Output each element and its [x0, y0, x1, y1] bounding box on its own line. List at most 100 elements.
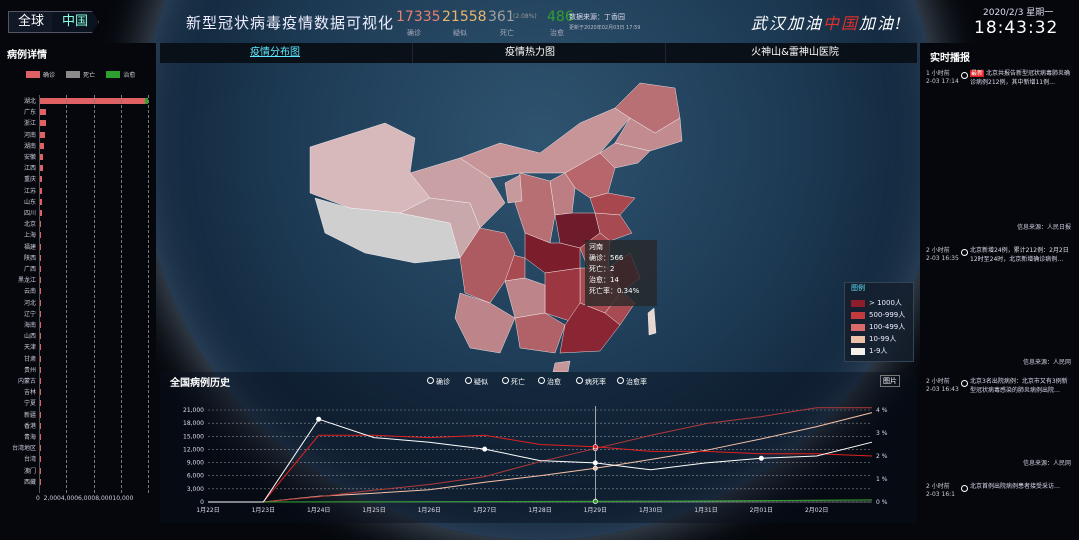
x-tick-label: 1月31日 — [694, 507, 717, 514]
province-bar-row[interactable]: 北京 — [0, 219, 156, 229]
province-bar-row[interactable]: 海南 — [0, 320, 156, 330]
map-legend-item[interactable]: > 1000人 — [851, 299, 902, 308]
tab-china[interactable]: 中国 — [52, 11, 99, 33]
x-tick-label: 1月22日 — [196, 507, 219, 514]
map-legend-item[interactable]: 100-499人 — [851, 323, 905, 332]
map-legend-item[interactable]: 10-99人 — [851, 335, 896, 344]
x-tick-label: 1月23日 — [252, 507, 275, 514]
province-bar-row[interactable]: 西藏 — [0, 477, 156, 487]
province-bar-row[interactable]: 吉林 — [0, 387, 156, 397]
province-label: 北京 — [23, 221, 36, 229]
legend-item[interactable]: 死亡 — [502, 377, 525, 387]
province-label: 浙江 — [23, 120, 36, 128]
province-bar-row[interactable]: 广东 — [0, 107, 156, 117]
province-confirmed-bar — [39, 120, 47, 127]
series-line — [208, 418, 873, 503]
province-bar-row[interactable]: 山东 — [0, 197, 156, 207]
province-label: 西藏 — [23, 478, 36, 486]
province-label: 香港 — [23, 422, 36, 430]
province-bar-row[interactable]: 天津 — [0, 342, 156, 352]
province-label: 江西 — [23, 165, 36, 173]
province-bar-row[interactable]: 重庆 — [0, 174, 156, 184]
province-label: 广东 — [23, 109, 36, 117]
province-bar-row[interactable]: 湖北 — [0, 96, 156, 106]
update-time: 更新于2020年02月03日 17:59 — [569, 25, 641, 31]
map-legend-item[interactable]: 500-999人 — [851, 311, 905, 320]
legend-item[interactable]: 治愈率 — [617, 377, 647, 387]
map-region-shaanxi — [514, 172, 556, 244]
province-bar-row[interactable]: 香港 — [0, 421, 156, 431]
province-bar-row[interactable]: 四川 — [0, 208, 156, 218]
legend-item[interactable]: 治愈 — [538, 377, 561, 387]
data-point — [592, 498, 598, 504]
china-map — [309, 82, 683, 372]
province-label: 广西 — [23, 266, 36, 273]
legend-item[interactable]: 确诊 — [427, 377, 450, 387]
province-label: 山西 — [23, 333, 36, 341]
map-legend-item[interactable]: 1-9人 — [851, 347, 887, 356]
tab-heat-map[interactable]: 疫情热力图 — [470, 43, 590, 63]
province-bar-row[interactable]: 青海 — [0, 432, 156, 442]
province-bar-row[interactable]: 台湾 — [0, 454, 156, 464]
province-bar-row[interactable]: 台湾地区 — [0, 443, 156, 453]
stat-confirmed-value: 17335 — [396, 9, 441, 25]
province-bar-row[interactable]: 甘肃 — [0, 354, 156, 364]
province-bar-row[interactable]: 新疆 — [0, 410, 156, 420]
y2-tick-label: 3 % — [876, 430, 888, 437]
stat-confirmed-label: 确诊 — [407, 29, 421, 37]
tab-global[interactable]: 全球 — [8, 11, 54, 33]
news-item[interactable]: 1 小时前 2-03 17:14 最新 北京共报告新型冠状病毒肺炎确诊病例212例… — [920, 70, 1079, 270]
province-label: 宁夏 — [23, 400, 36, 408]
slogan-left: 武汉加油 — [751, 14, 824, 33]
province-label: 吉林 — [23, 389, 36, 397]
legend-dot-icon — [617, 377, 624, 384]
share-image-button[interactable]: 图片 — [880, 375, 900, 387]
timeline-dot-icon — [961, 485, 968, 492]
province-label: 重庆 — [23, 176, 36, 184]
province-bar-row[interactable]: 江西 — [0, 163, 156, 173]
map-region-ningxia — [504, 174, 523, 204]
province-bar-row[interactable]: 山西 — [0, 331, 156, 341]
province-bar-row[interactable]: 贵州 — [0, 365, 156, 375]
map-region-shandong — [589, 192, 636, 216]
province-bar-row[interactable]: 辽宁 — [0, 309, 156, 319]
province-bar-row[interactable]: 广西 — [0, 264, 156, 274]
province-bar-row[interactable]: 湖南 — [0, 141, 156, 151]
province-label: 台湾地区 — [11, 445, 36, 453]
province-bar-row[interactable]: 宁夏 — [0, 398, 156, 408]
province-label: 上海 — [23, 232, 36, 240]
province-label: 天津 — [23, 344, 36, 352]
news-item[interactable]: 2 小时前 2-03 16:43 北京3名出院病例：北京市又有3例新型冠状病毒感染… — [920, 378, 1079, 468]
gridline — [121, 95, 122, 493]
province-bar-row[interactable]: 浙江 — [0, 118, 156, 128]
news-item[interactable]: 2 小时前 2-03 16:35 北京新增24例，累计212例：2月2日12时至2… — [920, 247, 1079, 366]
y-tick-label: 15,000 — [183, 433, 204, 440]
province-bar-row[interactable]: 黑龙江 — [0, 275, 156, 285]
province-bar-row[interactable]: 云南 — [0, 286, 156, 296]
province-bar-row[interactable]: 陕西 — [0, 253, 156, 263]
province-bar-row[interactable]: 江苏 — [0, 186, 156, 196]
news-item[interactable]: 2 小时前 2-03 16:1 北京首例出院病例患者接受采访… — [920, 483, 1079, 523]
y-tick-label: 12,000 — [183, 446, 204, 453]
tab-distribution-map[interactable]: 疫情分布图 — [220, 43, 330, 63]
timeline-dot-icon — [961, 72, 968, 79]
province-bar-row[interactable]: 内蒙古 — [0, 376, 156, 386]
tab-hospitals[interactable]: 火神山&雷神山医院 — [710, 43, 880, 63]
stat-death-label: 死亡 — [500, 29, 514, 37]
province-bar-row[interactable]: 澳门 — [0, 466, 156, 476]
province-bar-row[interactable]: 福建 — [0, 242, 156, 252]
province-label: 陕西 — [23, 254, 36, 262]
province-bar-row[interactable]: 河北 — [0, 298, 156, 308]
bar-legend: 确诊 死亡 治愈 — [26, 64, 141, 83]
province-bar-row[interactable]: 安徽 — [0, 152, 156, 162]
map-nav-bar: 疫情分布图 疫情热力图 火神山&雷神山医院 — [160, 43, 917, 63]
map-region-yunnan — [454, 292, 516, 354]
province-label: 河南 — [23, 131, 36, 139]
x-tick-label: 2月01日 — [750, 507, 773, 514]
tooltip-row: 治愈：14 — [589, 276, 619, 284]
legend-swatch-cured — [106, 71, 121, 78]
province-bar-row[interactable]: 河南 — [0, 130, 156, 140]
legend-item[interactable]: 疑似 — [465, 377, 488, 387]
legend-item[interactable]: 病死率 — [576, 377, 606, 387]
province-bar-row[interactable]: 上海 — [0, 230, 156, 240]
